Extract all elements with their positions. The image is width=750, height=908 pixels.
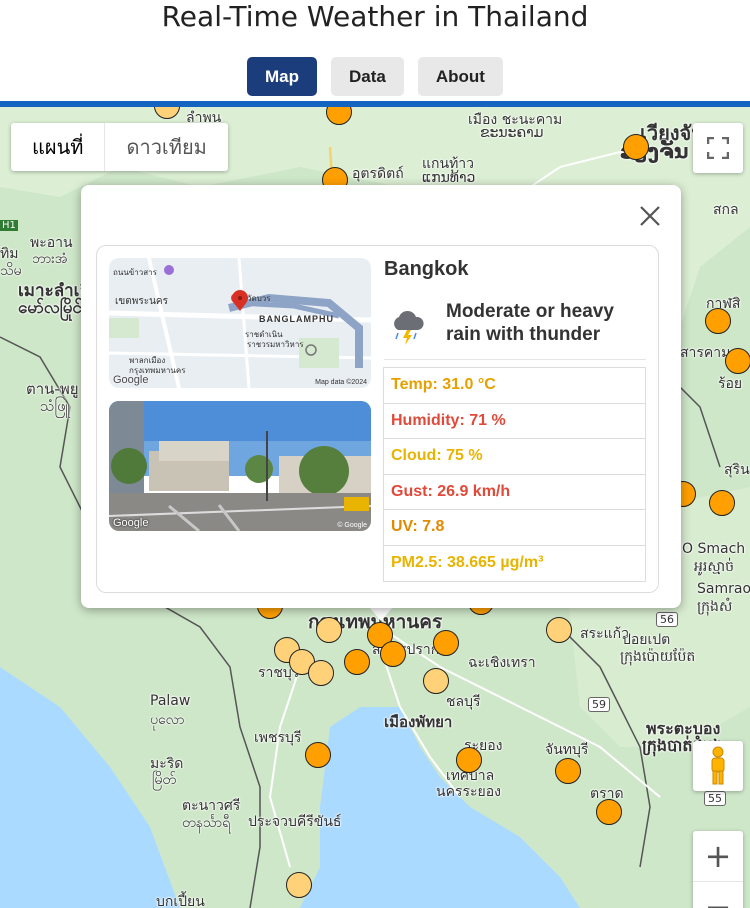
zoom-control: + −	[693, 831, 743, 908]
weather-marker[interactable]	[709, 490, 735, 516]
route-shield-56: 56	[656, 612, 678, 627]
weather-marker[interactable]	[316, 617, 342, 643]
street-view-copyright: © Google	[337, 522, 367, 529]
map-label-tenasserim-burmese: တနင်္သာရီ	[182, 815, 231, 831]
map-thumb-label-bangkok-city: ราชวรมหาวิหาร	[247, 340, 304, 349]
weather-condition-text: Moderate or heavy rain with thunder	[446, 301, 614, 345]
map-label-rayong-city2: นครระยอง	[436, 784, 501, 800]
weather-marker[interactable]	[433, 630, 459, 656]
street-view-google-logo: Google	[113, 517, 149, 529]
map-label-surin: สุริน	[724, 462, 750, 478]
map-label-sakon: สกล	[713, 202, 739, 218]
stat-cloud: Cloud: 75 %	[384, 439, 645, 475]
map-label-mergui-burmese: မြိတ်	[152, 772, 176, 788]
fullscreen-icon	[707, 137, 729, 159]
zoom-in-button[interactable]: +	[693, 831, 743, 881]
map-label-palaw-burmese: ပုလော	[150, 712, 185, 728]
stat-pm25: PM2.5: 38.665 µg/m³	[391, 554, 544, 572]
map-label-samraong: Samraon	[697, 581, 750, 597]
main-nav: Map Data About	[0, 57, 750, 96]
map-thumb-label-district: เขตพระนคร	[115, 296, 168, 307]
weather-marker[interactable]	[286, 872, 312, 898]
stat-gust: Gust: 26.9 km/h	[384, 475, 645, 510]
map-label-khon-kaen-lao: ແກນທ້າວ	[422, 170, 476, 186]
weather-card: ถนนข้าวสาร เขตพระนคร BANGLAMPHU วัดบวร ร…	[96, 245, 659, 593]
zoom-out-button[interactable]: −	[693, 881, 743, 908]
info-window: ถนนข้าวสาร เขตพระนคร BANGLAMPHU วัดบวร ร…	[81, 185, 681, 608]
map-type-map-button[interactable]: แผนที่	[11, 123, 106, 171]
street-view-pegman-button[interactable]	[693, 741, 743, 791]
map-thumb-label-temple: วัดบวร	[247, 294, 271, 303]
map-label-chachoengsao: ฉะเชิงเทรา	[468, 655, 536, 671]
weather-marker[interactable]	[423, 668, 449, 694]
location-map-thumbnail[interactable]: ถนนข้าวสาร เขตพระนคร BANGLAMPHU วัดบวร ร…	[109, 258, 371, 388]
street-view-thumbnail[interactable]: Google © Google	[109, 401, 371, 531]
map-label-poipet-khmer: ក្រុងប៉ោយប៉ែត	[620, 649, 696, 665]
weather-marker[interactable]	[380, 641, 406, 667]
map-type-control: แผนที่ ดาวเทียม	[11, 123, 228, 171]
weather-marker[interactable]	[456, 747, 482, 773]
map-label-moulmein-burmese: မော်လမြိုင်	[18, 298, 82, 318]
city-name: Bangkok	[384, 258, 469, 280]
map-label-thimphu-b: သိမ	[0, 263, 22, 279]
map-label-tanyuan-burmese: သံဖြူ	[40, 397, 70, 415]
map-label-bokpyin: บกเปี้ยน	[156, 894, 205, 908]
street-view-graphic	[109, 401, 371, 531]
fullscreen-button[interactable]	[693, 123, 743, 173]
map-label-smach: O Smach	[682, 541, 746, 557]
map-label-uttaradit: อุตรดิตถ์	[352, 166, 404, 182]
map-thumb-attribution: Map data ©2024	[315, 379, 367, 386]
thunder-rain-icon	[394, 310, 424, 345]
map-label-roiet: ร้อย	[718, 376, 743, 392]
map-label-prachuap: ประจวบคีรีขันธ์	[248, 814, 342, 830]
map-label-phetchaburi: เพชรบุรี	[254, 730, 302, 746]
map-type-satellite-button[interactable]: ดาวเทียม	[105, 123, 227, 171]
stat-humidity: Humidity: 71 %	[384, 404, 645, 439]
weather-marker[interactable]	[596, 799, 622, 825]
weather-marker[interactable]	[705, 308, 731, 334]
nav-data-button[interactable]: Data	[331, 57, 404, 96]
close-icon[interactable]	[639, 205, 661, 227]
map-label-chiang-khan-lao: ຂະນະຄາມ	[480, 125, 544, 141]
stat-uv: UV: 7.8	[384, 510, 645, 546]
map-thumb-label-area: BANGLAMPHU	[259, 314, 334, 324]
weather-map[interactable]: ลำพน เมือง ชะนะคาม ຂະນະຄາມ เวียงจัน ວຽງຈ…	[0, 107, 750, 908]
weather-marker[interactable]	[725, 348, 750, 374]
weather-marker[interactable]	[555, 758, 581, 784]
weather-marker[interactable]	[344, 649, 370, 675]
google-logo: Google	[113, 374, 149, 386]
route-shield-59: 59	[588, 697, 610, 712]
route-shield-h1: H1	[0, 220, 18, 231]
map-label-smach-khmer: អូរស្មាច់	[694, 559, 734, 575]
stat-temperature: Temp: 31.0 °C	[384, 368, 645, 404]
map-thumb-label-road: ถนนข้าวสาร	[113, 268, 157, 277]
map-label-phayao-burmese: ဘားအံ	[32, 251, 68, 267]
popup-tail	[369, 607, 393, 621]
weather-marker[interactable]	[308, 660, 334, 686]
map-label-pattaya: เมืองพัทยา	[384, 713, 453, 731]
header: Real-Time Weather in Thailand Map Data A…	[0, 0, 750, 107]
weather-marker[interactable]	[305, 742, 331, 768]
page-title: Real-Time Weather in Thailand	[161, 0, 589, 33]
nav-about-button[interactable]: About	[417, 57, 503, 96]
nav-map-button[interactable]: Map	[247, 57, 318, 96]
weather-marker[interactable]	[623, 134, 649, 160]
card-divider	[384, 359, 646, 360]
weather-marker[interactable]	[546, 617, 572, 643]
map-label-palaw: Palaw	[150, 693, 191, 709]
pegman-icon	[711, 746, 725, 785]
map-label-sarakham: สารคาม	[680, 345, 731, 361]
route-shield-55: 55	[704, 791, 726, 806]
weather-stats-table: Temp: 31.0 °C Humidity: 71 % Cloud: 75 %…	[383, 367, 646, 582]
map-label-samraong-khmer: ក្រុងសំ	[697, 599, 733, 615]
